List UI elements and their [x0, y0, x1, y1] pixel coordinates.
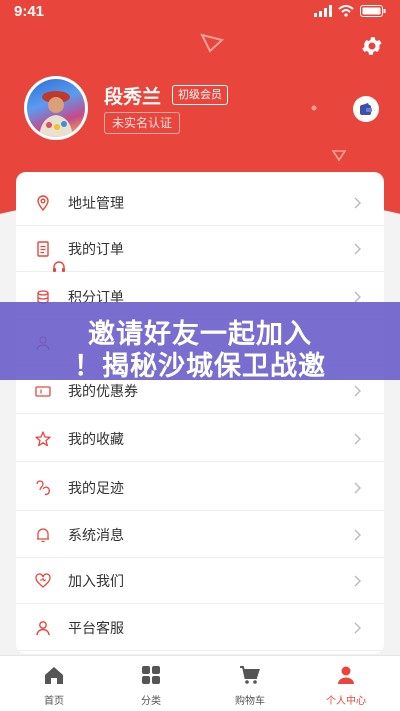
menu-item-address[interactable]: 地址管理 — [16, 180, 384, 226]
wallet-icon — [360, 102, 372, 115]
menu-item-label: 地址管理 — [68, 195, 124, 212]
tab-label: 分类 — [141, 696, 161, 707]
tab-label: 个人中心 — [326, 696, 366, 707]
menu-card: 地址管理 我的订单 积分订单 我的优惠券 我的收藏 我的足迹 系统消息 加入我们… — [16, 172, 384, 654]
menu-item-footprints[interactable]: 我的足迹 — [16, 465, 384, 511]
signal-icon — [314, 5, 332, 17]
menu-item-label: 系统消息 — [68, 527, 124, 544]
menu-item-label: 加入我们 — [68, 573, 124, 590]
verify-status-badge[interactable]: 未实名认证 — [104, 112, 181, 134]
user-name: 段秀兰 — [104, 86, 162, 108]
menu-item-customer-service[interactable]: 平台客服 — [16, 605, 384, 651]
menu-item-join-us[interactable]: 加入我们 — [16, 558, 384, 604]
chevron-right-icon — [354, 243, 361, 254]
person-icon — [36, 620, 50, 635]
wallet-button[interactable] — [353, 96, 379, 122]
tab-profile[interactable]: 个人中心 — [296, 656, 396, 711]
tab-cart[interactable]: 购物车 — [200, 656, 300, 711]
menu-item-favorites[interactable]: 我的收藏 — [16, 416, 384, 462]
chevron-right-icon — [354, 575, 361, 586]
chevron-right-icon — [354, 482, 361, 493]
profile-icon — [338, 666, 354, 684]
tab-label: 购物车 — [235, 696, 265, 707]
location-icon — [37, 194, 49, 211]
status-bar: 9:41 — [0, 0, 400, 26]
headset-icon — [53, 261, 65, 272]
tab-category[interactable]: 分类 — [101, 656, 201, 711]
menu-item-label: 平台客服 — [68, 620, 124, 637]
status-icons — [314, 5, 386, 17]
footprint-icon — [36, 479, 50, 495]
home-icon — [45, 667, 63, 684]
promo-line-2: ！揭秘沙城保卫战邀 — [74, 351, 326, 382]
settings-gear-icon[interactable] — [360, 34, 384, 58]
battery-icon — [360, 5, 386, 17]
bottom-tab-bar: 首页 分类 购物车 个人中心 — [0, 655, 400, 711]
coupon-icon — [35, 385, 51, 397]
chevron-right-icon — [354, 197, 361, 208]
status-time: 9:41 — [14, 3, 45, 20]
chevron-right-icon — [354, 529, 361, 540]
wifi-icon — [338, 5, 354, 17]
bell-icon — [37, 527, 49, 542]
dot-decoration — [311, 105, 317, 111]
member-level-badge: 初级会员 — [172, 85, 228, 105]
triangle-decoration — [200, 33, 225, 53]
cart-icon — [240, 666, 260, 684]
menu-item-label: 我的收藏 — [68, 431, 124, 448]
menu-item-label: 我的订单 — [68, 241, 124, 258]
triangle-decoration-small — [331, 150, 347, 162]
menu-item-orders[interactable]: 我的订单 — [16, 226, 384, 272]
star-icon — [35, 430, 51, 446]
order-icon — [37, 240, 49, 257]
menu-item-messages[interactable]: 系统消息 — [16, 512, 384, 558]
chevron-right-icon — [354, 622, 361, 633]
tab-home[interactable]: 首页 — [4, 656, 104, 711]
avatar-image — [27, 79, 85, 137]
menu-item-label: 我的足迹 — [68, 480, 124, 497]
heart-icon — [35, 572, 51, 588]
chevron-right-icon — [354, 291, 361, 302]
menu-item-label: 我的优惠券 — [68, 383, 138, 400]
promo-overlay-banner[interactable]: 邀请好友一起加入 ！揭秘沙城保卫战邀 — [0, 302, 400, 382]
chevron-right-icon — [354, 385, 361, 396]
category-icon — [142, 666, 160, 684]
tab-label: 首页 — [44, 696, 64, 707]
avatar[interactable] — [24, 76, 88, 140]
chevron-right-icon — [354, 433, 361, 444]
